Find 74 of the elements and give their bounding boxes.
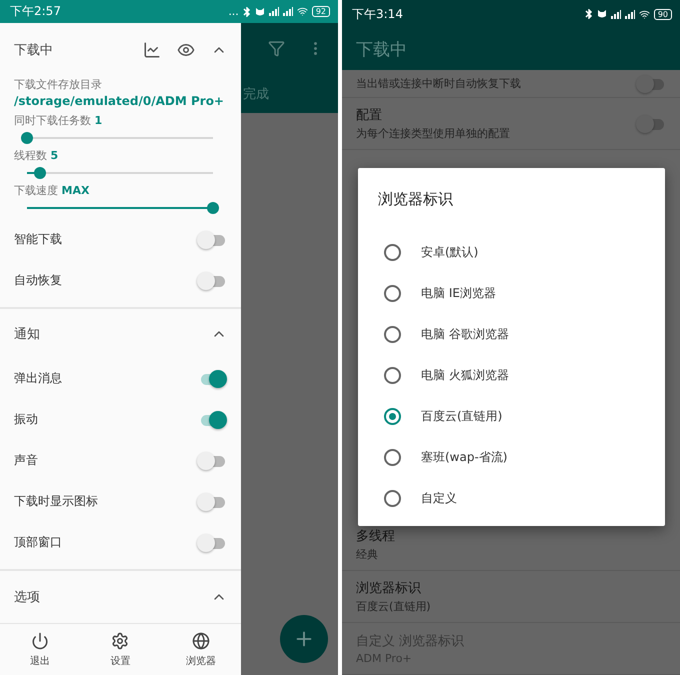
toggle-switch[interactable] <box>197 450 227 470</box>
dialog-title: 浏览器标识 <box>377 189 453 210</box>
section-title: 通知 <box>14 326 40 342</box>
setting-label: 振动 <box>14 411 38 428</box>
option-label: 塞班(wap-省流) <box>421 449 508 466</box>
bluetooth-icon <box>584 9 593 19</box>
toggle-switch[interactable] <box>197 230 227 250</box>
globe-icon <box>192 632 210 650</box>
tab-label[interactable]: 完成 <box>241 85 338 103</box>
setting-label: 自动恢复 <box>14 272 62 289</box>
option-label: 百度云(直链用) <box>421 408 502 425</box>
app-title: 下载中 <box>356 38 407 60</box>
radio-button[interactable] <box>384 367 401 384</box>
power-icon <box>31 632 50 650</box>
setting-label: 下载时显示图标 <box>14 493 98 510</box>
battery-level: 90 <box>654 8 672 20</box>
slider-label: 线程数 5 <box>13 148 60 164</box>
signal-icon <box>610 10 621 18</box>
status-time: 下午3:14 <box>352 6 403 22</box>
radio-button[interactable] <box>384 285 401 302</box>
radio-button[interactable] <box>384 490 401 507</box>
signal-icon <box>268 7 279 16</box>
settings-icon <box>111 632 130 650</box>
bluetooth-icon <box>242 6 251 16</box>
setting-label: 声音 <box>14 452 38 469</box>
filter-icon[interactable] <box>268 40 285 56</box>
nav-button[interactable]: 设置 <box>80 624 161 675</box>
toggle-switch[interactable] <box>197 532 227 552</box>
status-more: ... <box>228 5 239 18</box>
directory-path[interactable]: /storage/emulated/0/ADM Pro+ <box>0 93 241 109</box>
setting-row[interactable]: 当出错或连接中断时自动恢复下载 <box>342 70 680 98</box>
eye-icon[interactable] <box>177 41 195 59</box>
setting-summary: 为每个连接类型使用单独的配置 <box>356 126 510 141</box>
toggle-switch[interactable] <box>636 114 666 134</box>
setting-summary: 百度云(直链用) <box>356 599 431 614</box>
toggle-switch[interactable] <box>197 492 227 512</box>
wifi-icon <box>638 8 650 20</box>
signal-icon <box>282 7 293 16</box>
setting-summary: 经典 <box>356 547 378 562</box>
option-label: 自定义 <box>421 490 457 507</box>
option-label: 电脑 IE浏览器 <box>421 285 496 302</box>
section-title: 选项 <box>14 589 40 606</box>
setting-title: 浏览器标识 <box>356 580 421 597</box>
slider-label: 下载速度 MAX <box>13 183 90 199</box>
setting-title: 多线程 <box>356 528 395 545</box>
add-button[interactable] <box>280 615 328 663</box>
directory-label: 下载文件存放目录 <box>13 77 103 93</box>
wifi-icon <box>296 6 308 17</box>
cat-face-icon <box>254 6 265 16</box>
option-label: 电脑 谷歌浏览器 <box>421 326 509 343</box>
setting-summary: 当出错或连接中断时自动恢复下载 <box>356 76 521 91</box>
status-time: 下午2:57 <box>10 3 61 20</box>
slider-label: 同时下载任务数 1 <box>13 113 104 129</box>
radio-button[interactable] <box>384 408 401 425</box>
cat-face-icon <box>596 9 607 19</box>
option-label: 安卓(默认) <box>421 244 478 261</box>
nav-button[interactable]: 退出 <box>0 624 80 675</box>
toggle-switch[interactable] <box>197 270 227 290</box>
line-chart-icon[interactable] <box>143 41 161 59</box>
nav-button[interactable]: 浏览器 <box>160 624 241 675</box>
setting-row[interactable]: 配置 为每个连接类型使用单独的配置 <box>342 98 680 150</box>
radio-button[interactable] <box>384 326 401 343</box>
setting-row[interactable]: 浏览器标识 百度云(直链用) <box>342 571 680 623</box>
option-label: 电脑 火狐浏览器 <box>421 367 509 384</box>
radio-button[interactable] <box>384 244 401 261</box>
battery-level: 92 <box>312 6 330 17</box>
setting-label: 顶部窗口 <box>14 534 62 551</box>
toggle-switch[interactable] <box>636 74 666 94</box>
drawer-title: 下载中 <box>14 42 53 59</box>
signal-icon <box>624 10 635 18</box>
setting-label: 智能下载 <box>14 231 62 248</box>
setting-title: 配置 <box>356 107 382 124</box>
radio-button[interactable] <box>384 449 401 466</box>
setting-label: 弹出消息 <box>14 370 62 387</box>
